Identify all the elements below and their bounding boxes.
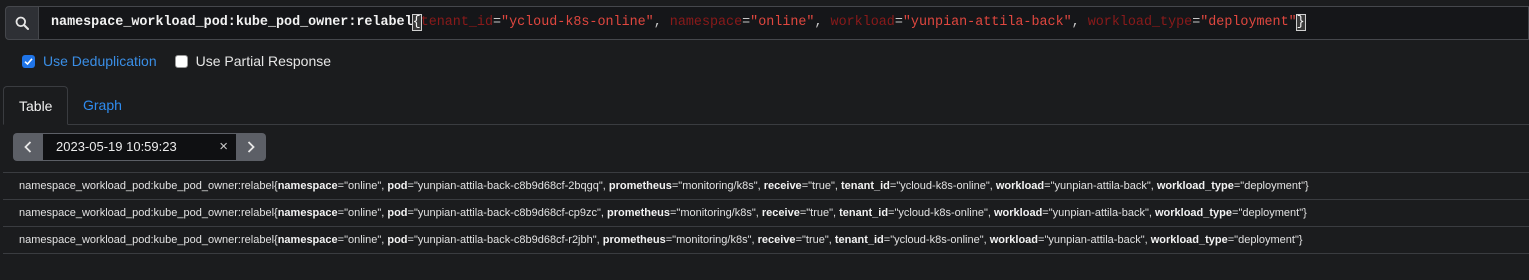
result-label-value: ="true", <box>799 207 840 219</box>
query-matcher-label: namespace <box>669 15 743 30</box>
query-matcher-separator: , <box>814 15 831 30</box>
result-label-key: workload <box>994 207 1043 219</box>
result-metric-name: namespace_workload_pod:kube_pod_owner:re… <box>19 180 278 192</box>
partial-response-checkbox[interactable] <box>174 54 188 68</box>
result-label-key: receive <box>761 207 800 219</box>
time-picker: 2023-05-19 10:59:23 × <box>13 133 266 161</box>
result-label-value: ="yunpian-attila-back-c8b9d68cf-cp9zc", <box>407 207 608 219</box>
result-row: namespace_workload_pod:kube_pod_owner:re… <box>3 227 1529 254</box>
view-tabs: Table Graph <box>3 86 1529 125</box>
next-time-button[interactable] <box>236 133 266 161</box>
query-metric-name: namespace_workload_pod:kube_pod_owner:re… <box>51 15 413 30</box>
table-panel: 2023-05-19 10:59:23 × namespace_workload… <box>3 124 1529 264</box>
result-label-value: ="online", <box>337 207 388 219</box>
result-label-key: receive <box>763 180 802 192</box>
query-matcher-op: = <box>894 15 903 30</box>
result-label-key: pod <box>387 234 408 246</box>
prev-time-button[interactable] <box>13 133 43 161</box>
result-label-key: prometheus <box>608 180 672 192</box>
result-label-key: workload <box>995 180 1045 192</box>
result-label-key: pod <box>387 180 408 192</box>
result-metric-name: namespace_workload_pod:kube_pod_owner:re… <box>19 207 278 219</box>
query-open-brace: { <box>411 14 422 31</box>
result-row: namespace_workload_pod:kube_pod_owner:re… <box>3 200 1529 227</box>
result-close-brace: } <box>1304 180 1309 192</box>
check-icon <box>24 57 33 65</box>
result-label-value: ="monitoring/k8s", <box>670 207 762 219</box>
query-matcher-op: = <box>742 15 751 30</box>
result-label-value: ="yunpian-attila-back-c8b9d68cf-2bqgq", <box>407 180 609 192</box>
result-label-value: ="ycloud-k8s-online", <box>888 207 994 219</box>
query-options: Use Deduplication Use Partial Response <box>22 52 349 70</box>
result-label-value: ="yunpian-attila-back-c8b9d68cf-r2jbh", <box>407 234 603 246</box>
result-label-value: ="yunpian-attila-back", <box>1038 234 1151 246</box>
query-matcher-separator: , <box>653 15 670 30</box>
chevron-right-icon <box>247 141 255 153</box>
result-label-value: ="monitoring/k8s", <box>665 234 758 246</box>
search-button[interactable] <box>5 6 39 40</box>
chevron-left-icon <box>24 141 32 153</box>
query-matcher-label: workload_type <box>1087 15 1193 30</box>
result-label-value: ="ycloud-k8s-online", <box>889 180 996 192</box>
dedup-label: Use Deduplication <box>43 53 157 69</box>
result-close-brace: } <box>1303 207 1307 219</box>
result-label-value: ="deployment" <box>1233 180 1305 192</box>
query-matcher-label: workload <box>830 15 895 30</box>
result-label-key: workload_type <box>1156 180 1234 192</box>
dedup-option[interactable]: Use Deduplication <box>22 53 157 69</box>
result-label-key: prometheus <box>607 207 670 219</box>
result-label-key: workload_type <box>1154 207 1233 219</box>
result-close-brace: } <box>1298 234 1303 246</box>
query-matcher-value: "deployment" <box>1200 15 1297 30</box>
result-label-value: ="true", <box>795 234 835 246</box>
query-matcher-value: "ycloud-k8s-online" <box>501 15 654 30</box>
partial-response-label: Use Partial Response <box>195 53 332 69</box>
partial-response-option[interactable]: Use Partial Response <box>174 53 332 69</box>
result-label-value: ="deployment" <box>1232 207 1304 219</box>
result-label-key: namespace <box>277 180 338 192</box>
query-input[interactable]: namespace_workload_pod:kube_pod_owner:re… <box>39 6 1529 40</box>
result-label-value: ="online", <box>337 234 388 246</box>
query-matcher-value: "online" <box>750 15 815 30</box>
result-label-key: namespace <box>277 207 338 219</box>
dedup-checkbox[interactable] <box>22 54 35 68</box>
result-label-key: receive <box>757 234 796 246</box>
result-label-key: tenant_id <box>834 234 884 246</box>
query-matcher-separator: , <box>1071 15 1088 30</box>
result-label-value: ="deployment" <box>1227 234 1299 246</box>
result-label-key: tenant_id <box>841 180 890 192</box>
query-matcher-value: "yunpian-attila-back" <box>902 15 1072 30</box>
result-label-value: ="yunpian-attila-back", <box>1044 180 1157 192</box>
eval-time-input[interactable]: 2023-05-19 10:59:23 × <box>43 133 236 161</box>
query-close-brace: } <box>1295 14 1306 31</box>
result-label-value: ="online", <box>337 180 388 192</box>
result-label-key: prometheus <box>602 234 666 246</box>
tab-table[interactable]: Table <box>3 86 69 125</box>
result-label-key: workload_type <box>1150 234 1228 246</box>
search-icon <box>15 16 29 30</box>
result-label-value: ="monitoring/k8s", <box>671 180 764 192</box>
result-metric-name: namespace_workload_pod:kube_pod_owner:re… <box>19 234 278 246</box>
result-label-value: ="ycloud-k8s-online", <box>883 234 990 246</box>
result-label-value: ="true", <box>801 180 841 192</box>
tab-graph[interactable]: Graph <box>68 86 137 124</box>
result-label-value: ="yunpian-attila-back", <box>1042 207 1155 219</box>
results-table: namespace_workload_pod:kube_pod_owner:re… <box>3 172 1529 254</box>
query-matchers: tenant_id="ycloud-k8s-online", namespace… <box>421 15 1297 30</box>
result-label-key: namespace <box>277 234 338 246</box>
result-label-key: pod <box>387 207 408 219</box>
close-icon[interactable]: × <box>219 134 228 160</box>
eval-time-value: 2023-05-19 10:59:23 <box>56 139 177 154</box>
result-label-key: tenant_id <box>839 207 889 219</box>
query-matcher-label: tenant_id <box>420 15 493 30</box>
result-row: namespace_workload_pod:kube_pod_owner:re… <box>3 173 1529 200</box>
query-bar: namespace_workload_pod:kube_pod_owner:re… <box>5 6 1529 40</box>
query-matcher-op: = <box>492 15 502 30</box>
result-label-key: workload <box>989 234 1039 246</box>
